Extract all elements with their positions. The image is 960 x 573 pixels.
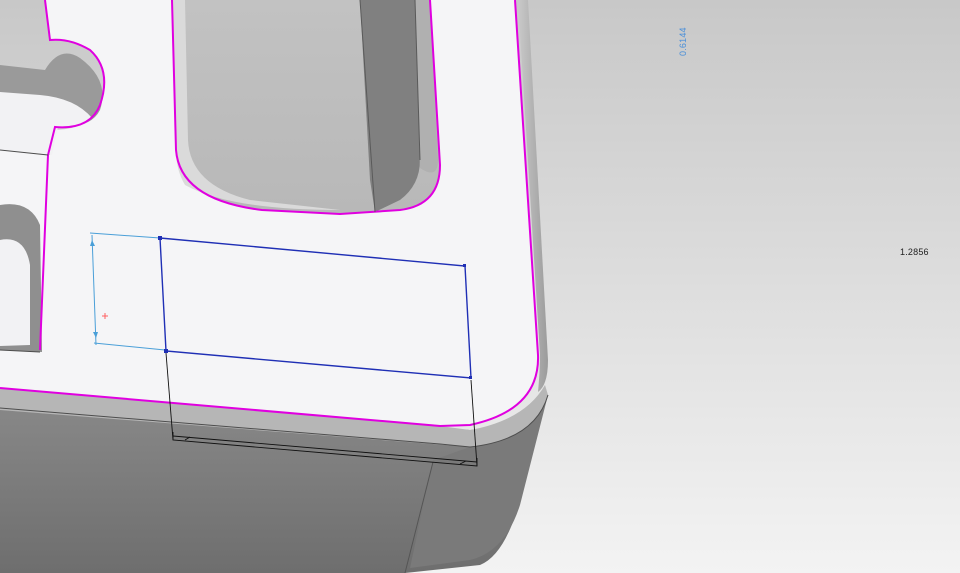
left-pocket-lower-face [0, 239, 30, 346]
dimension-vertical-value[interactable]: 0.6144 [678, 27, 688, 56]
model-scene[interactable] [0, 0, 960, 573]
dimension-horizontal-value[interactable]: 1.2856 [900, 247, 929, 257]
graphics-viewport[interactable]: 0.6144 1.2856 [0, 0, 960, 573]
